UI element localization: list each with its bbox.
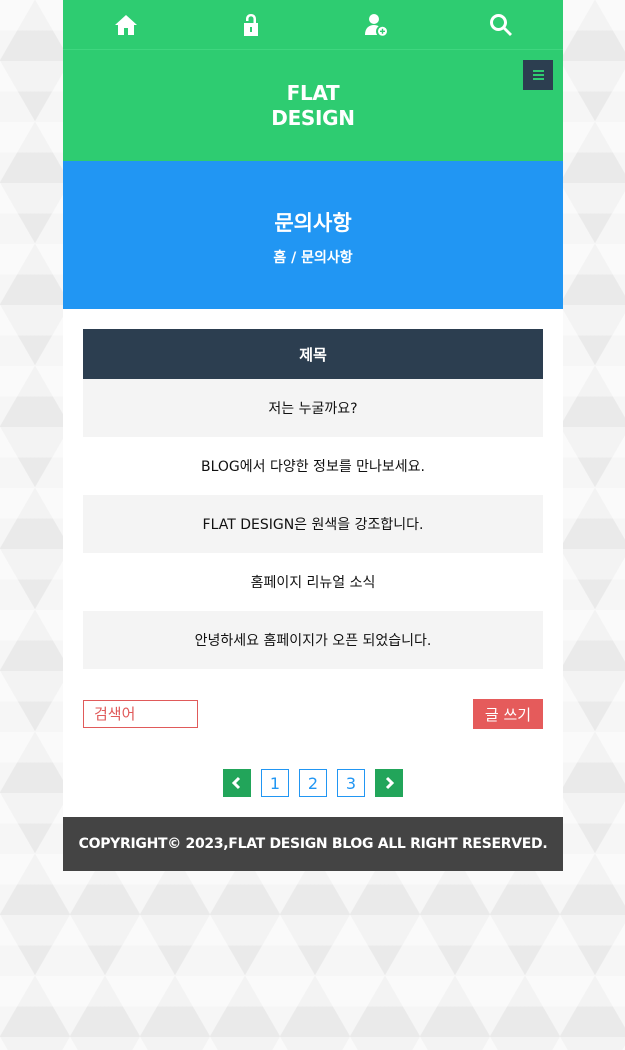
hamburger-menu-button[interactable]: [523, 60, 553, 90]
search-icon: [489, 13, 512, 36]
column-header-title: 제목: [83, 329, 543, 379]
footer-copyright: COPYRIGHT© 2023,FLAT DESIGN BLOG ALL RIG…: [63, 817, 563, 871]
top-nav: [63, 0, 563, 50]
pagination: 1 2 3: [63, 769, 563, 797]
search-input[interactable]: [83, 700, 198, 728]
board-controls: 글 쓰기: [63, 699, 563, 729]
page-number-3[interactable]: 3: [337, 769, 365, 797]
nav-unlock-button[interactable]: [188, 0, 313, 49]
table-row[interactable]: 안녕하세요 홈페이지가 오픈 되었습니다.: [83, 611, 543, 669]
logo-line-1[interactable]: FLAT: [287, 81, 340, 106]
prev-page-button[interactable]: [223, 769, 251, 797]
nav-search-button[interactable]: [438, 0, 563, 49]
breadcrumb: 홈 / 문의사항: [273, 250, 353, 266]
site-header: FLAT DESIGN: [63, 50, 563, 161]
table-row[interactable]: FLAT DESIGN은 원색을 강조합니다.: [83, 495, 543, 553]
next-page-button[interactable]: [375, 769, 403, 797]
unlock-icon: [243, 13, 258, 36]
write-button[interactable]: 글 쓰기: [473, 699, 543, 729]
page-container: FLAT DESIGN 문의사항 홈 / 문의사항 제목 저는 누굴까요? BL…: [63, 0, 563, 871]
nav-home-button[interactable]: [63, 0, 188, 49]
page-banner: 문의사항 홈 / 문의사항: [63, 161, 563, 309]
table-row[interactable]: 홈페이지 리뉴얼 소식: [83, 553, 543, 611]
table-row[interactable]: 저는 누굴까요?: [83, 379, 543, 437]
nav-add-user-button[interactable]: [313, 0, 438, 49]
page-number-1[interactable]: 1: [261, 769, 289, 797]
page-number-2[interactable]: 2: [299, 769, 327, 797]
logo-line-2[interactable]: DESIGN: [271, 106, 355, 131]
add-user-icon: [364, 13, 387, 36]
chevron-right-icon: [385, 776, 395, 790]
hamburger-menu-icon: [532, 70, 544, 72]
board-table: 제목 저는 누굴까요? BLOG에서 다양한 정보를 만나보세요. FLAT D…: [63, 309, 563, 669]
page-title: 문의사항: [274, 211, 352, 235]
home-icon: [114, 14, 137, 35]
chevron-left-icon: [231, 776, 241, 790]
table-row[interactable]: BLOG에서 다양한 정보를 만나보세요.: [83, 437, 543, 495]
